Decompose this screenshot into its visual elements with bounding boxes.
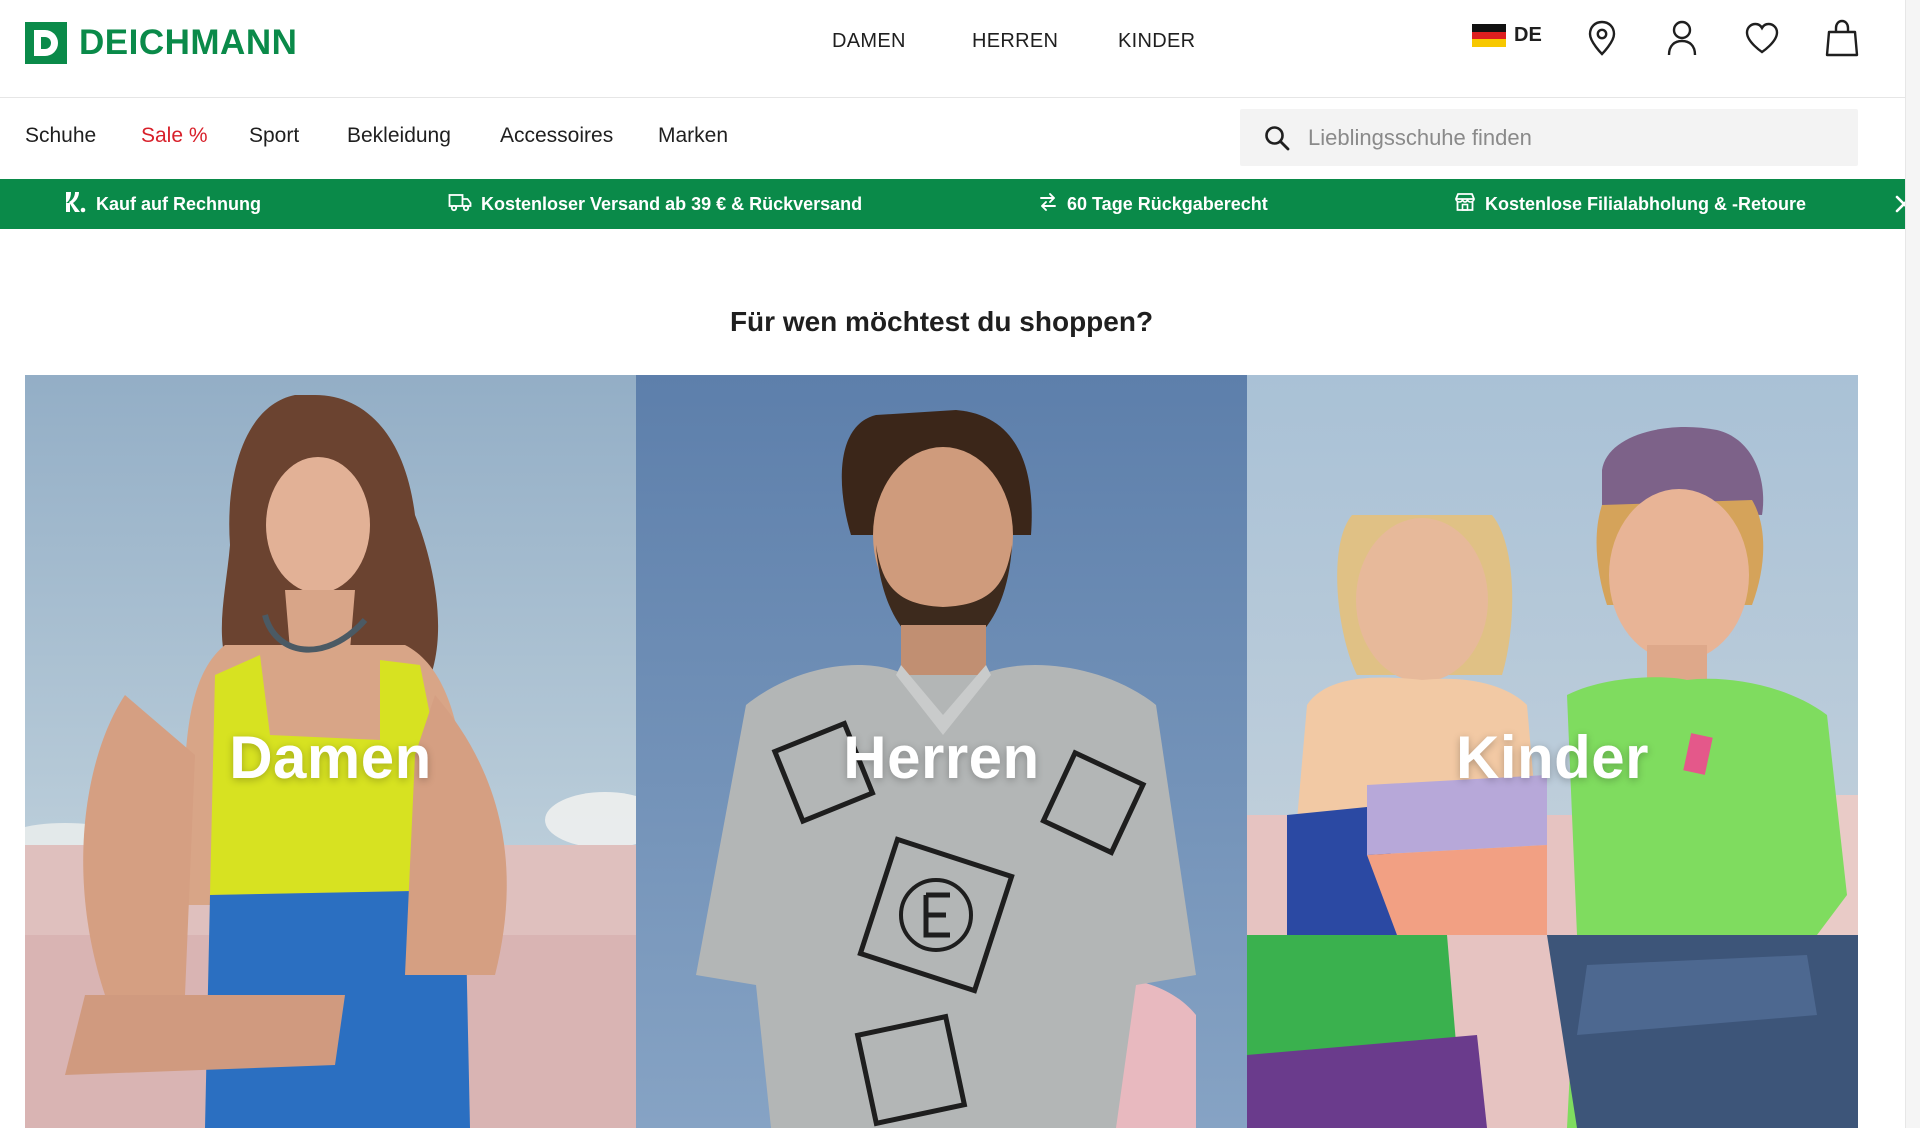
- usp-label-invoice: Kauf auf Rechnung: [96, 193, 261, 214]
- usp-label-store-pickup: Kostenlose Filialabholung & -Retoure: [1485, 193, 1807, 214]
- usp-item-returns: 60 Tage Rückgaberecht: [1038, 179, 1268, 229]
- tile-label-kinder: Kinder: [1455, 724, 1650, 791]
- tile-label-herren: Herren: [843, 724, 1040, 791]
- search-input[interactable]: [1306, 109, 1858, 166]
- search-icon[interactable]: [1262, 123, 1292, 153]
- top-header: DEICHMANN DAMEN HERREN KINDER DE: [0, 0, 1920, 98]
- category-bar: Schuhe Sale % Sport Bekleidung Accessoir…: [0, 98, 1920, 178]
- tile-damen[interactable]: Damen: [25, 375, 636, 1128]
- category-accessoires[interactable]: Accessoires: [500, 124, 613, 148]
- usp-item-store-pickup: Kostenlose Filialabholung & -Retoure: [1454, 179, 1806, 229]
- arrows-exchange-icon: [1038, 192, 1058, 217]
- main-nav-kinder[interactable]: KINDER: [1118, 30, 1195, 53]
- location-pin-icon[interactable]: [1582, 18, 1622, 58]
- country-code: DE: [1514, 24, 1542, 46]
- tile-herren[interactable]: Herren: [636, 375, 1247, 1128]
- shopping-question: Für wen möchtest du shoppen?: [729, 306, 1154, 337]
- tile-kinder[interactable]: Kinder: [1247, 375, 1858, 1128]
- category-bekleidung[interactable]: Bekleidung: [347, 124, 451, 148]
- heart-icon[interactable]: [1742, 18, 1782, 58]
- logo-d-mark: [25, 22, 67, 64]
- usp-label-shipping: Kostenloser Versand ab 39 € & Rückversan…: [481, 193, 863, 214]
- country-selector[interactable]: DE: [1472, 24, 1542, 48]
- usp-item-invoice: Kauf auf Rechnung: [63, 179, 261, 229]
- tile-label-damen: Damen: [229, 724, 432, 791]
- usp-item-shipping: Kostenloser Versand ab 39 € & Rückversan…: [448, 179, 862, 229]
- truck-icon: [448, 192, 472, 217]
- main-nav-damen[interactable]: DAMEN: [832, 30, 906, 53]
- shopping-bag-icon[interactable]: [1822, 18, 1862, 58]
- klarna-k-icon: [63, 190, 87, 219]
- search-box: [1240, 109, 1858, 166]
- user-icon[interactable]: [1662, 18, 1702, 58]
- logo-text: DEICHMANN: [79, 23, 298, 62]
- audience-tiles: Damen Herren Kinder: [25, 375, 1859, 1128]
- scrollbar-track[interactable]: [1905, 0, 1920, 1128]
- germany-flag-icon: [1472, 24, 1506, 48]
- category-schuhe[interactable]: Schuhe: [25, 124, 96, 148]
- usp-bar: Kauf auf Rechnung Kostenloser Versand ab…: [0, 179, 1920, 229]
- store-icon: [1454, 192, 1476, 217]
- category-marken[interactable]: Marken: [658, 124, 728, 148]
- category-sale[interactable]: Sale %: [141, 124, 208, 148]
- deichmann-logo[interactable]: DEICHMANN: [25, 22, 297, 64]
- category-sport[interactable]: Sport: [249, 124, 299, 148]
- main-nav-herren[interactable]: HERREN: [972, 30, 1058, 53]
- usp-label-returns: 60 Tage Rückgaberecht: [1067, 193, 1268, 214]
